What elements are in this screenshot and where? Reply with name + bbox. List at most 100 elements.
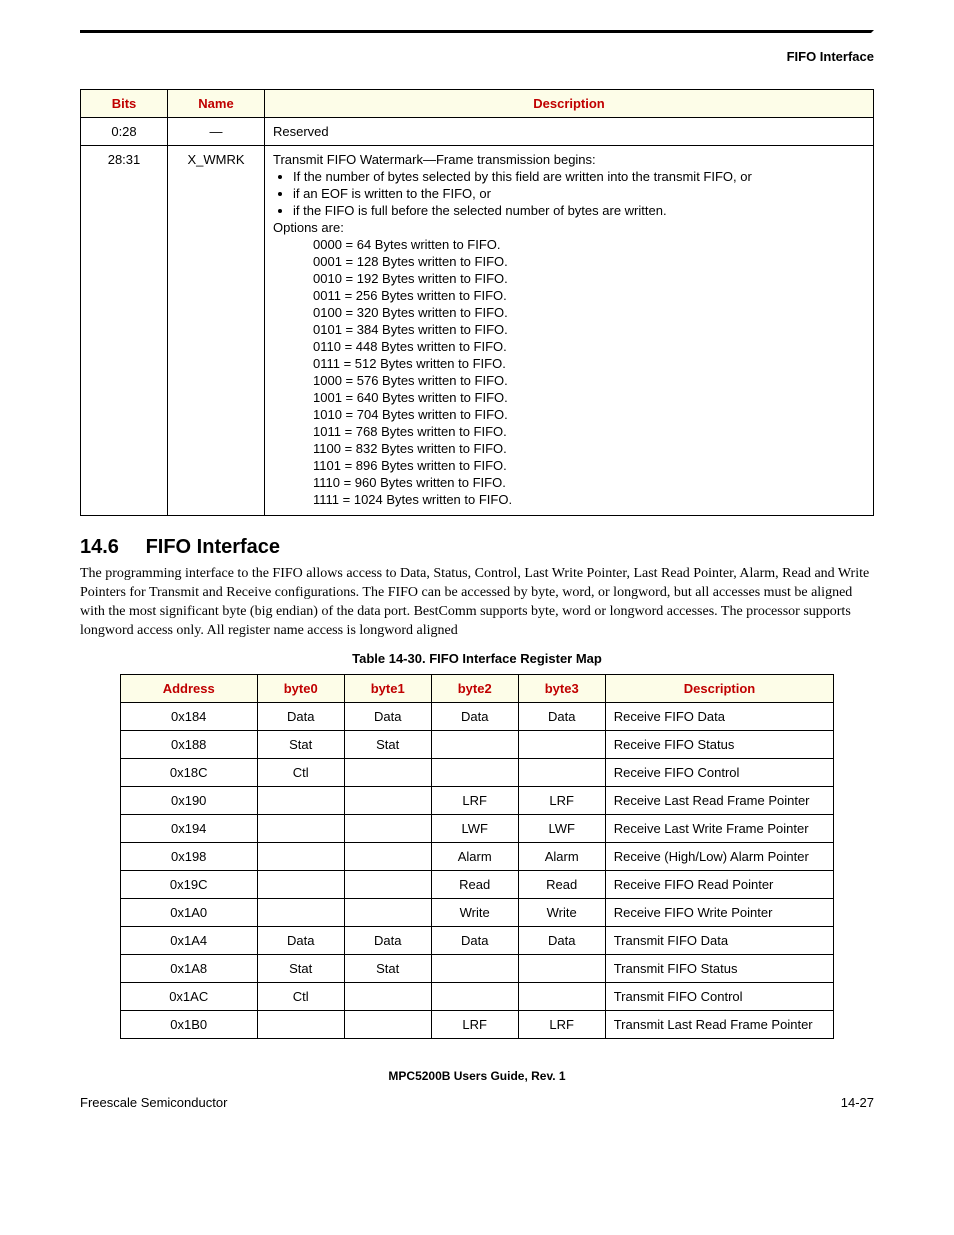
cell-byte: Ctl <box>257 982 344 1010</box>
cell-byte: LWF <box>518 814 605 842</box>
cell-byte <box>344 870 431 898</box>
th-byte1: byte1 <box>344 674 431 702</box>
table-row: 0x190LRFLRFReceive Last Read Frame Point… <box>120 786 834 814</box>
cell-address: 0x184 <box>120 702 257 730</box>
cell-byte <box>518 758 605 786</box>
cell-description: Transmit Last Read Frame Pointer <box>605 1010 834 1038</box>
table-row: 0:28 — Reserved <box>81 118 874 146</box>
cell-byte <box>344 758 431 786</box>
options-label: Options are: <box>273 220 865 235</box>
cell-description: Receive FIFO Status <box>605 730 834 758</box>
cell-byte <box>344 898 431 926</box>
cell-byte <box>431 982 518 1010</box>
cell-byte: LRF <box>518 1010 605 1038</box>
table-row: 28:31 X_WMRK Transmit FIFO Watermark—Fra… <box>81 146 874 516</box>
cell-byte: Read <box>431 870 518 898</box>
cell-byte: Data <box>518 926 605 954</box>
header-rule <box>80 30 874 45</box>
cell-byte: Read <box>518 870 605 898</box>
list-item: if an EOF is written to the FIFO, or <box>293 186 865 201</box>
cell-byte: Data <box>431 926 518 954</box>
cell-byte <box>344 982 431 1010</box>
code-line: 0101 = 384 Bytes written to FIFO. <box>313 322 865 337</box>
th-address: Address <box>120 674 257 702</box>
footer-right: 14-27 <box>841 1095 874 1110</box>
cell-address: 0x18C <box>120 758 257 786</box>
cell-byte: Stat <box>257 730 344 758</box>
bitfield-table: Bits Name Description 0:28 — Reserved 28… <box>80 89 874 516</box>
code-line: 1010 = 704 Bytes written to FIFO. <box>313 407 865 422</box>
code-line: 1000 = 576 Bytes written to FIFO. <box>313 373 865 388</box>
list-item: If the number of bytes selected by this … <box>293 169 865 184</box>
cell-byte <box>431 758 518 786</box>
cell-address: 0x19C <box>120 870 257 898</box>
section-title: FIFO Interface <box>146 536 280 558</box>
cell-byte: Data <box>431 702 518 730</box>
th-byte2: byte2 <box>431 674 518 702</box>
th-byte3: byte3 <box>518 674 605 702</box>
cell-byte <box>344 786 431 814</box>
register-map-table: Address byte0 byte1 byte2 byte3 Descript… <box>120 674 835 1039</box>
table-row: 0x1A0WriteWriteReceive FIFO Write Pointe… <box>120 898 834 926</box>
code-line: 0001 = 128 Bytes written to FIFO. <box>313 254 865 269</box>
cell-description: Receive FIFO Control <box>605 758 834 786</box>
cell-byte <box>518 954 605 982</box>
options-codes: 0000 = 64 Bytes written to FIFO. 0001 = … <box>313 237 865 507</box>
th-desc: Description <box>265 90 874 118</box>
cell-address: 0x1B0 <box>120 1010 257 1038</box>
cell-byte: Ctl <box>257 758 344 786</box>
section-number: 14.6 <box>80 536 140 559</box>
code-line: 0110 = 448 Bytes written to FIFO. <box>313 339 865 354</box>
section-body: The programming interface to the FIFO al… <box>80 565 874 641</box>
cell-address: 0x1A8 <box>120 954 257 982</box>
cell-byte <box>257 1010 344 1038</box>
desc-bullets: If the number of bytes selected by this … <box>293 169 865 218</box>
cell-byte: Data <box>344 702 431 730</box>
cell-byte <box>518 982 605 1010</box>
cell-byte <box>257 814 344 842</box>
table-row: 0x1A8StatStatTransmit FIFO Status <box>120 954 834 982</box>
cell-byte: LRF <box>518 786 605 814</box>
cell-desc: Transmit FIFO Watermark—Frame transmissi… <box>265 146 874 516</box>
code-line: 0010 = 192 Bytes written to FIFO. <box>313 271 865 286</box>
th-description: Description <box>605 674 834 702</box>
code-line: 1100 = 832 Bytes written to FIFO. <box>313 441 865 456</box>
table-row: 0x1ACCtlTransmit FIFO Control <box>120 982 834 1010</box>
cell-description: Transmit FIFO Status <box>605 954 834 982</box>
cell-byte: Data <box>257 926 344 954</box>
table-caption: Table 14-30. FIFO Interface Register Map <box>80 651 874 666</box>
cell-byte <box>257 870 344 898</box>
cell-byte: Write <box>518 898 605 926</box>
cell-byte: LRF <box>431 786 518 814</box>
th-name: Name <box>168 90 265 118</box>
cell-name: X_WMRK <box>168 146 265 516</box>
cell-byte <box>431 730 518 758</box>
cell-byte <box>344 1010 431 1038</box>
code-line: 0011 = 256 Bytes written to FIFO. <box>313 288 865 303</box>
table-row: 0x188StatStatReceive FIFO Status <box>120 730 834 758</box>
code-line: 1110 = 960 Bytes written to FIFO. <box>313 475 865 490</box>
table-row: 0x18CCtl Receive FIFO Control <box>120 758 834 786</box>
cell-address: 0x198 <box>120 842 257 870</box>
cell-byte <box>518 730 605 758</box>
cell-bits: 0:28 <box>81 118 168 146</box>
cell-byte <box>257 842 344 870</box>
cell-desc: Reserved <box>265 118 874 146</box>
code-line: 1111 = 1024 Bytes written to FIFO. <box>313 492 865 507</box>
table-row: 0x194LWFLWFReceive Last Write Frame Poin… <box>120 814 834 842</box>
cell-address: 0x188 <box>120 730 257 758</box>
code-line: 1101 = 896 Bytes written to FIFO. <box>313 458 865 473</box>
footer-left: Freescale Semiconductor <box>80 1095 227 1110</box>
desc-intro: Transmit FIFO Watermark—Frame transmissi… <box>273 152 865 167</box>
table-row: 0x1B0LRFLRFTransmit Last Read Frame Poin… <box>120 1010 834 1038</box>
cell-address: 0x190 <box>120 786 257 814</box>
cell-description: Transmit FIFO Data <box>605 926 834 954</box>
cell-description: Receive FIFO Data <box>605 702 834 730</box>
cell-description: Receive FIFO Read Pointer <box>605 870 834 898</box>
cell-bits: 28:31 <box>81 146 168 516</box>
cell-address: 0x194 <box>120 814 257 842</box>
cell-byte: Alarm <box>518 842 605 870</box>
table-row: 0x184DataDataDataDataReceive FIFO Data <box>120 702 834 730</box>
cell-byte <box>431 954 518 982</box>
cell-byte <box>344 814 431 842</box>
